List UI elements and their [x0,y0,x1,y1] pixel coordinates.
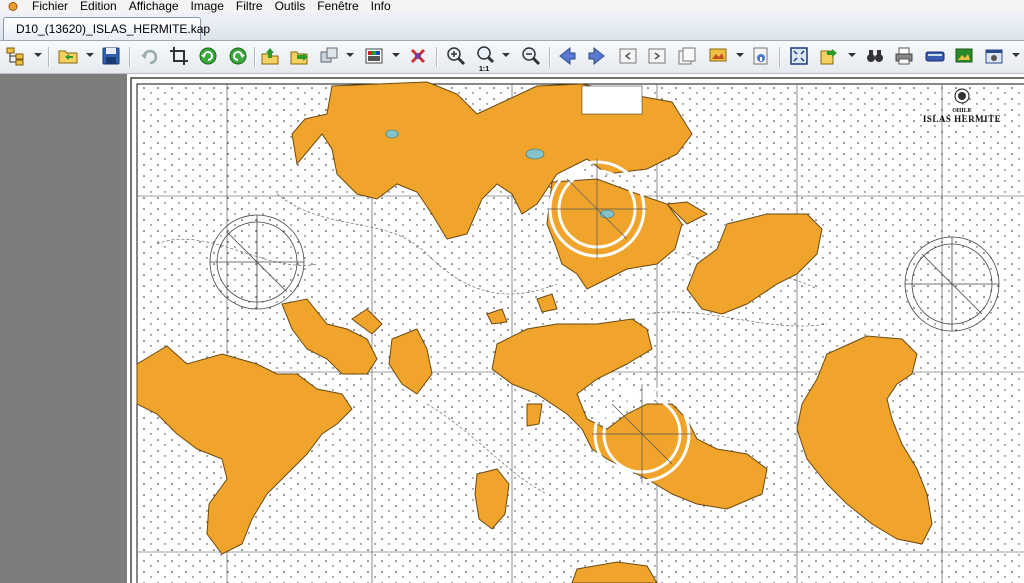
tree-view-icon[interactable] [5,45,27,67]
main-toolbar: 1:1 [0,41,1024,74]
menu-outils[interactable]: Outils [269,0,312,13]
convert-dropdown-arrow[interactable] [346,53,354,57]
rotate-left-icon[interactable] [197,45,219,67]
chart-seal-icon [954,88,970,104]
palette-dropdown-arrow[interactable] [392,53,400,57]
document-tab[interactable]: D10_(13620)_ISLAS_HERMITE.kap [3,17,210,40]
toolbar-separator [779,47,781,67]
image-menu-dropdown-arrow[interactable] [736,53,744,57]
zoom-actual-label: 1:1 [479,66,490,73]
image-viewer[interactable]: CHILE ISLAS HERMITE [127,74,1024,583]
undo-icon[interactable] [139,45,161,67]
prev-page-icon[interactable] [617,45,639,67]
export-up-icon[interactable] [259,45,281,67]
menu-fichier[interactable]: Fichier [26,0,74,13]
export-right-icon[interactable] [288,45,310,67]
tree-view-dropdown-arrow[interactable] [34,53,42,57]
crop-icon[interactable] [168,45,190,67]
toolbar-separator [254,47,256,67]
convert-icon[interactable] [318,45,340,67]
menu-info[interactable]: Info [365,0,397,13]
palette-icon[interactable] [363,45,385,67]
next-page-icon[interactable] [646,45,668,67]
toolbar-separator [129,47,131,67]
menu-bar: Fichier Edition Affichage Image Filtre O… [0,0,1024,13]
arrow-right-icon[interactable] [586,45,608,67]
toolbar-separator [549,47,551,67]
arrow-left-icon[interactable] [556,45,578,67]
slideshow-icon[interactable] [953,45,975,67]
menu-fenetre[interactable]: Fenêtre [311,0,364,13]
zoom-actual-icon[interactable] [475,45,497,67]
document-tab-title: D10_(13620)_ISLAS_HERMITE.kap [16,22,211,36]
document-tab-strip: D10_(13620)_ISLAS_HERMITE.kap [0,13,1024,41]
screenshot-dropdown-arrow[interactable] [1012,53,1020,57]
zoom-out-icon[interactable] [520,45,542,67]
thumbnail-pane [0,74,127,583]
export-icon[interactable] [818,45,840,67]
print-icon[interactable] [893,45,915,67]
open-dropdown-arrow[interactable] [86,53,94,57]
toolbar-separator [436,47,438,67]
menu-filtre[interactable]: Filtre [230,0,269,13]
image-menu-icon[interactable] [707,45,729,67]
menu-edition[interactable]: Edition [74,0,123,13]
copy-page-icon[interactable] [676,45,698,67]
chart-title: ISLAS HERMITE [922,114,1002,124]
zoom-dropdown-arrow[interactable] [502,53,510,57]
toolbar-separator [48,47,50,67]
zoom-in-icon[interactable] [445,45,467,67]
fit-window-icon[interactable] [788,45,810,67]
screenshot-icon[interactable] [983,45,1005,67]
open-folder-icon[interactable] [57,45,79,67]
export-dropdown-arrow[interactable] [848,53,856,57]
scanner-icon[interactable] [924,45,946,67]
delete-icon[interactable] [407,45,429,67]
app-icon[interactable] [6,1,20,12]
find-icon[interactable] [864,45,886,67]
rotate-right-icon[interactable] [227,45,249,67]
info-icon[interactable] [750,45,772,67]
nautical-chart-image [127,74,1024,583]
menu-image[interactable]: Image [185,0,230,13]
menu-affichage[interactable]: Affichage [123,0,185,13]
save-icon[interactable] [100,45,122,67]
chart-title-block: CHILE ISLAS HERMITE [907,88,1017,124]
